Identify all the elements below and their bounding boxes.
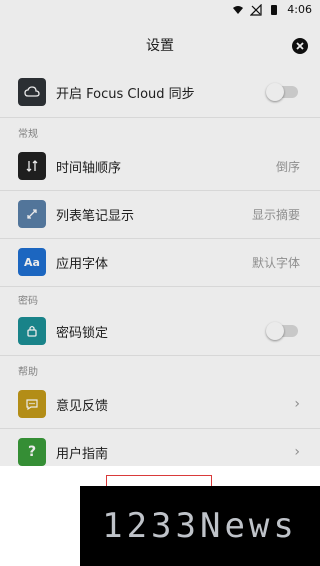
cloud-icon [18, 78, 46, 106]
close-icon [296, 42, 304, 50]
timeline-order-label: 时间轴顺序 [56, 160, 122, 176]
chevron-right-icon: › [294, 444, 300, 460]
feedback-row[interactable]: 意见反馈 › [0, 382, 320, 426]
feedback-label: 意见反馈 [56, 398, 109, 414]
wifi-icon [233, 6, 243, 14]
section-help: 帮助 [18, 367, 38, 378]
feedback-icon [18, 390, 46, 418]
user-guide-label: 用户指南 [56, 446, 109, 462]
sync-toggle[interactable] [266, 83, 298, 101]
list-display-icon [18, 200, 46, 228]
list-display-value: 显示摘要 [251, 207, 300, 222]
section-password: 密码 [18, 296, 38, 307]
close-button[interactable] [292, 38, 308, 54]
timeline-order-row[interactable]: 时间轴顺序 倒序 [0, 144, 320, 188]
divider [0, 190, 320, 191]
divider [0, 428, 320, 429]
sync-toggle-knob [266, 83, 284, 101]
status-bar: 4:06 [0, 0, 320, 20]
chevron-right-icon: › [294, 396, 300, 412]
list-display-row[interactable]: 列表笔记显示 显示摘要 [0, 192, 320, 236]
font-icon-text: Aa [24, 255, 40, 269]
signal-icon [250, 4, 262, 16]
battery-icon [271, 5, 277, 15]
settings-panel: 设置 开启 Focus Cloud 同步 常规 时间轴顺序 倒序 列表笔记显示 … [0, 20, 320, 466]
app-font-label: 应用字体 [56, 256, 109, 272]
divider [0, 238, 320, 239]
font-icon: Aa [18, 248, 46, 276]
list-display-label: 列表笔记显示 [56, 208, 135, 224]
timeline-order-value: 倒序 [275, 159, 300, 174]
sync-row[interactable]: 开启 Focus Cloud 同步 [0, 70, 320, 114]
password-lock-row[interactable]: 密码锁定 [0, 309, 320, 353]
guide-icon: ? [18, 438, 46, 466]
sync-label: 开启 Focus Cloud 同步 [56, 86, 195, 102]
password-lock-toggle[interactable] [266, 322, 298, 340]
divider [0, 286, 320, 287]
status-icons [232, 4, 280, 16]
watermark: 1233News [80, 486, 320, 566]
section-general: 常规 [18, 129, 38, 140]
timeline-order-icon [18, 152, 46, 180]
divider [0, 355, 320, 356]
page-title: 设置 [146, 38, 174, 54]
password-lock-label: 密码锁定 [56, 325, 109, 341]
status-time: 4:06 [287, 3, 312, 16]
app-font-row[interactable]: Aa 应用字体 默认字体 [0, 240, 320, 284]
lock-icon [18, 317, 46, 345]
settings-header: 设置 [0, 20, 320, 70]
password-lock-toggle-knob [266, 322, 284, 340]
divider [0, 117, 320, 118]
watermark-text: 1233News [102, 506, 298, 546]
app-font-value: 默认字体 [251, 255, 300, 270]
